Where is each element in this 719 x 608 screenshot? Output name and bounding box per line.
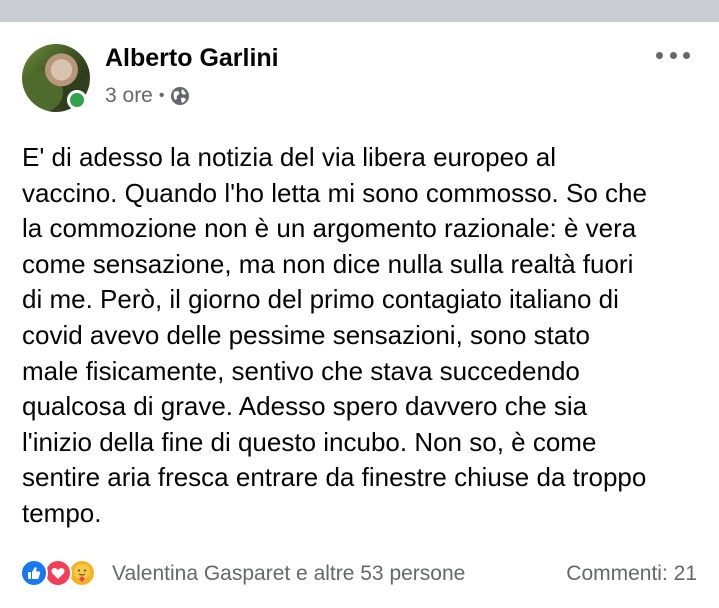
post-line: vaccino. Quando l'ho letta mi sono commo…: [22, 177, 647, 208]
post-line: la commozione non è un argomento raziona…: [22, 213, 637, 244]
post-line: male fisicamente, sentivo che stava succ…: [22, 355, 580, 386]
reaction-icons[interactable]: [20, 559, 96, 587]
globe-icon[interactable]: [170, 86, 190, 106]
love-icon: [44, 559, 72, 587]
top-bar: [0, 0, 719, 22]
comments-count[interactable]: Commenti: 21: [566, 562, 697, 586]
post-line: come sensazione, ma non dice nulla sulla…: [22, 248, 634, 279]
post-line: tempo.: [22, 497, 102, 528]
post-line: sentire aria fresca entrare da finestre …: [22, 462, 647, 493]
reactors-summary[interactable]: Valentina Gasparet e altre 53 persone: [112, 562, 465, 586]
online-status-dot: [67, 90, 87, 110]
post-line: qualcosa di grave. Adesso spero davvero …: [22, 391, 588, 422]
post-body: E' di adesso la notizia del via libera e…: [22, 140, 702, 532]
post-meta: 3 ore •: [105, 84, 190, 108]
post-line: l'inizio della fine di questo incubo. No…: [22, 426, 597, 457]
meta-separator: •: [158, 87, 165, 104]
like-icon: [20, 559, 48, 587]
post-line: E' di adesso la notizia del via libera e…: [22, 142, 556, 172]
author-name[interactable]: Alberto Garlini: [105, 44, 279, 73]
post-time[interactable]: 3 ore: [105, 84, 153, 108]
more-horizontal-icon[interactable]: [656, 47, 690, 63]
care-icon: [68, 559, 96, 587]
post-line: covid avevo delle pessime sensazioni, so…: [22, 319, 590, 350]
post-line: di me. Però, il giorno del primo contagi…: [22, 284, 619, 315]
